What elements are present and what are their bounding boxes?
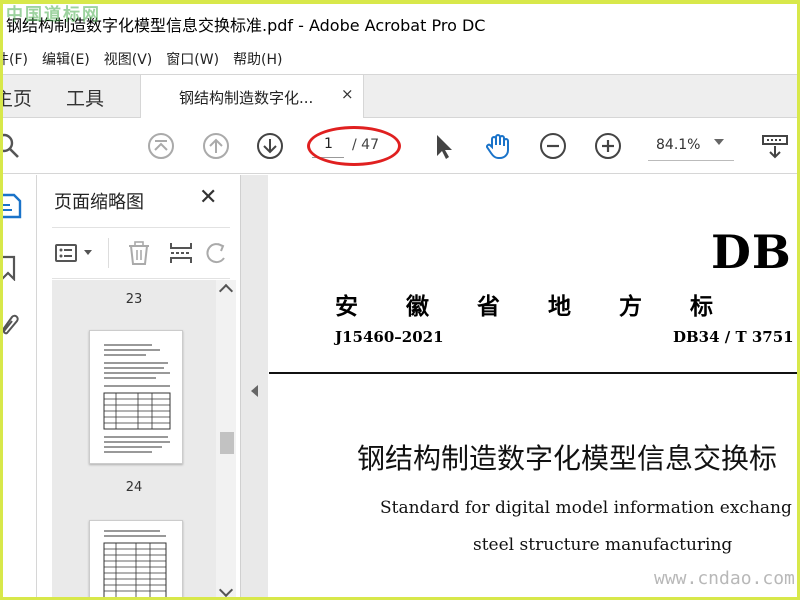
- search-icon[interactable]: [0, 131, 22, 161]
- menu-bar: 件(F) 编辑(E) 视图(V) 窗口(W) 帮助(H): [0, 44, 800, 74]
- read-mode-icon[interactable]: [760, 131, 790, 161]
- province-line: 安徽省地方标: [335, 293, 761, 320]
- db-code: DB34 / T 3751: [673, 328, 794, 346]
- page-thumbnail-24[interactable]: [89, 520, 183, 600]
- scroll-down-icon[interactable]: [218, 582, 234, 598]
- zoom-value[interactable]: 84.1%: [656, 137, 700, 153]
- first-page-icon[interactable]: [146, 131, 176, 161]
- english-title-line2: steel structure manufacturing: [473, 535, 733, 555]
- page-label-24: 24: [125, 480, 143, 495]
- page-thumbnails-icon[interactable]: [0, 193, 22, 219]
- insert-page-icon[interactable]: [168, 240, 194, 266]
- panel-title: 页面缩略图: [54, 192, 144, 213]
- previous-page-icon[interactable]: [201, 131, 231, 161]
- tab-document[interactable]: 钢结构制造数字化... ×: [140, 75, 364, 119]
- tab-bar: 主页 工具 钢结构制造数字化... ×: [0, 74, 800, 119]
- english-title-line1: Standard for digital model information e…: [380, 498, 792, 518]
- select-tool-icon[interactable]: [428, 131, 458, 161]
- watermark-bottom: www.cndao.com: [654, 568, 795, 589]
- menu-edit[interactable]: 编辑(E): [42, 49, 90, 69]
- thumbnail-options-icon[interactable]: [54, 240, 80, 266]
- menu-view[interactable]: 视图(V): [104, 49, 153, 69]
- toolbar: 1 / 47 84.1%: [0, 118, 800, 174]
- bookmark-icon[interactable]: [0, 255, 22, 282]
- options-dropdown-icon[interactable]: [84, 250, 92, 255]
- tab-tools[interactable]: 工具: [66, 84, 104, 111]
- tab-document-label: 钢结构制造数字化...: [179, 89, 314, 107]
- thumbnail-scrollbar[interactable]: [216, 280, 236, 600]
- menu-window[interactable]: 窗口(W): [166, 49, 219, 69]
- header-rule: [269, 372, 800, 374]
- title-bar: 钢结构制造数字化模型信息交换标准.pdf - Adobe Acrobat Pro…: [0, 4, 800, 44]
- annotation-oval: [307, 126, 401, 166]
- zoom-out-icon[interactable]: [538, 131, 568, 161]
- zoom-dropdown-icon[interactable]: [714, 139, 724, 145]
- next-page-icon[interactable]: [255, 131, 285, 161]
- attachment-icon[interactable]: [0, 311, 22, 337]
- document-page[interactable]: DB 安徽省地方标 J15460–2021 DB34 / T 3751 钢结构制…: [269, 175, 800, 600]
- navigation-rail: [0, 175, 37, 600]
- thumbnails-panel: 页面缩略图 ✕ 23 24: [38, 175, 240, 600]
- page-thumbnail-23[interactable]: [89, 330, 183, 464]
- chinese-title: 钢结构制造数字化模型信息交换标: [357, 442, 778, 475]
- thumbnail-list[interactable]: 23 24: [52, 280, 216, 600]
- watermark-top: 中国道标网: [6, 5, 101, 25]
- rotate-page-icon[interactable]: [204, 240, 230, 266]
- menu-file[interactable]: 件(F): [0, 49, 28, 69]
- toolbar-divider: [108, 238, 109, 268]
- panel-collapse-strip[interactable]: [240, 175, 268, 600]
- hand-tool-icon[interactable]: [483, 131, 513, 161]
- panel-toolbar: [52, 227, 230, 279]
- page-label-23: 23: [125, 292, 143, 307]
- scroll-up-icon[interactable]: [218, 283, 234, 299]
- collapse-panel-icon[interactable]: [251, 385, 258, 397]
- zoom-underline: [648, 160, 734, 161]
- menu-help[interactable]: 帮助(H): [233, 49, 282, 69]
- standard-prefix: DB: [711, 225, 792, 279]
- zoom-in-icon[interactable]: [593, 131, 623, 161]
- tab-close-icon[interactable]: ×: [341, 85, 354, 103]
- j-code: J15460–2021: [335, 328, 444, 346]
- panel-close-icon[interactable]: ✕: [199, 185, 217, 210]
- delete-page-icon[interactable]: [126, 240, 152, 266]
- scroll-thumb[interactable]: [220, 432, 234, 454]
- tab-home[interactable]: 主页: [0, 84, 32, 111]
